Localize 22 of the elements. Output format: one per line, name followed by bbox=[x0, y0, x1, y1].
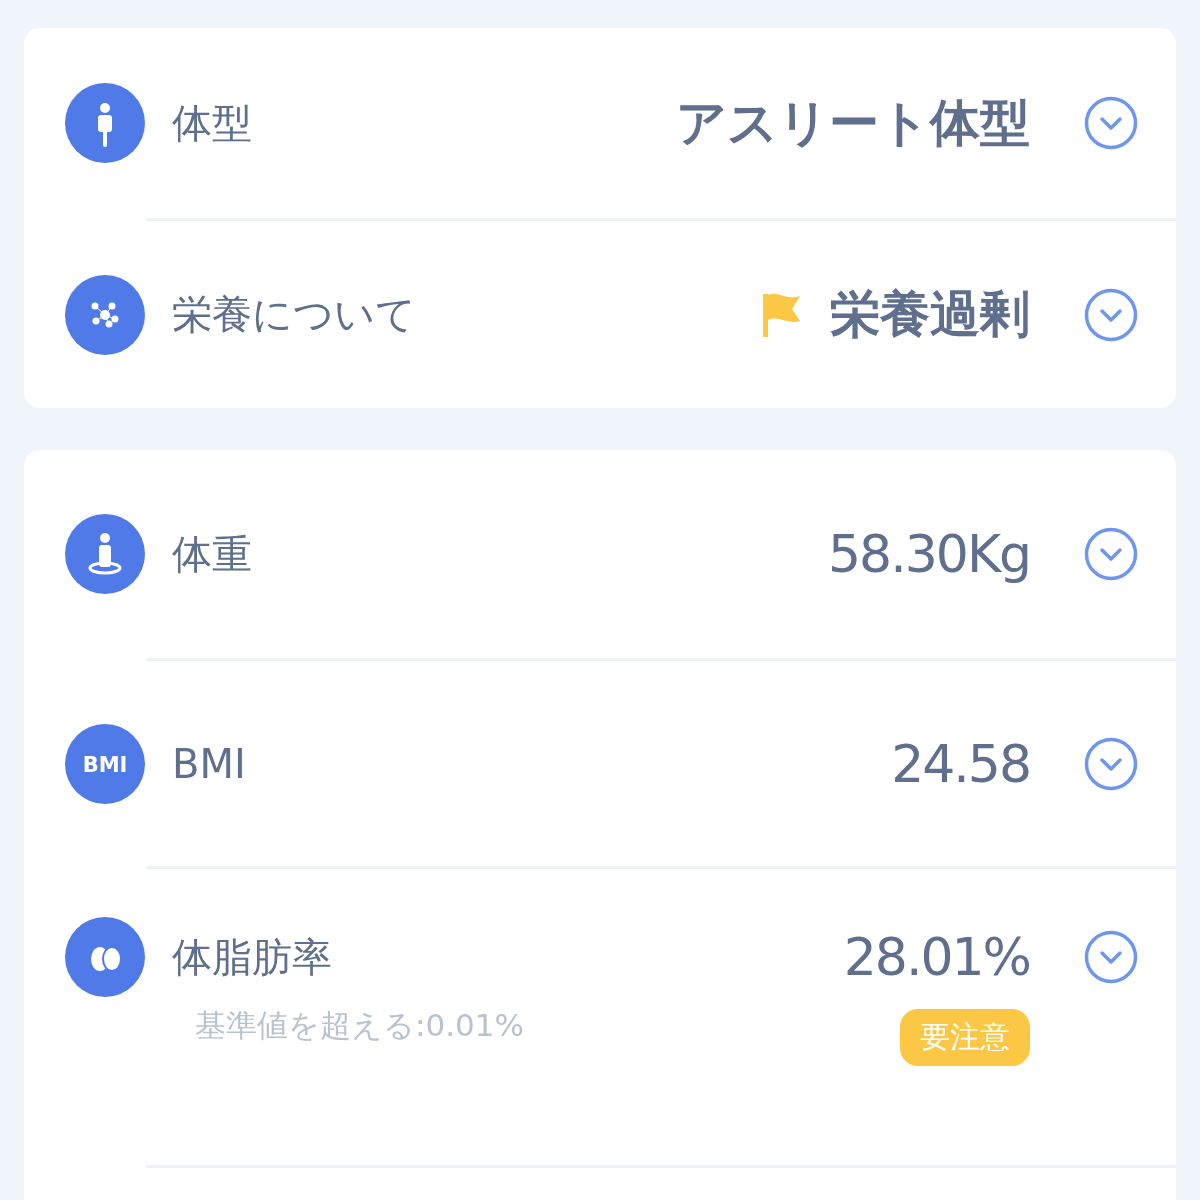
category-icon bbox=[65, 83, 145, 163]
category-icon bbox=[65, 274, 145, 355]
expand-icon[interactable] bbox=[1084, 736, 1138, 791]
row-label: BMI bbox=[172, 740, 247, 787]
warning-badge: 要注意 bbox=[900, 1009, 1030, 1066]
row-value: 24.58 bbox=[891, 733, 1030, 794]
row-label: 体型 bbox=[172, 98, 253, 148]
row-value: アスリート体型 bbox=[676, 92, 1030, 154]
category-icon bbox=[65, 514, 145, 594]
expand-icon[interactable] bbox=[1084, 930, 1138, 984]
bmi-icon: BMI bbox=[65, 723, 145, 804]
row-label: 体重 bbox=[172, 529, 253, 579]
category-icon bbox=[65, 917, 145, 997]
expand-icon[interactable] bbox=[1084, 527, 1138, 581]
row-value: 栄養過剰 bbox=[830, 284, 1030, 345]
row-value: 28.01% bbox=[843, 927, 1030, 987]
row-label: 栄養について bbox=[172, 290, 417, 339]
row-value: 58.30Kg bbox=[828, 524, 1030, 584]
reference-note: 基準値を超える:0.01% bbox=[195, 1006, 524, 1045]
expand-icon[interactable] bbox=[1084, 287, 1138, 342]
row-label: 体脂肪率 bbox=[172, 932, 333, 982]
expand-icon[interactable] bbox=[1084, 96, 1138, 150]
